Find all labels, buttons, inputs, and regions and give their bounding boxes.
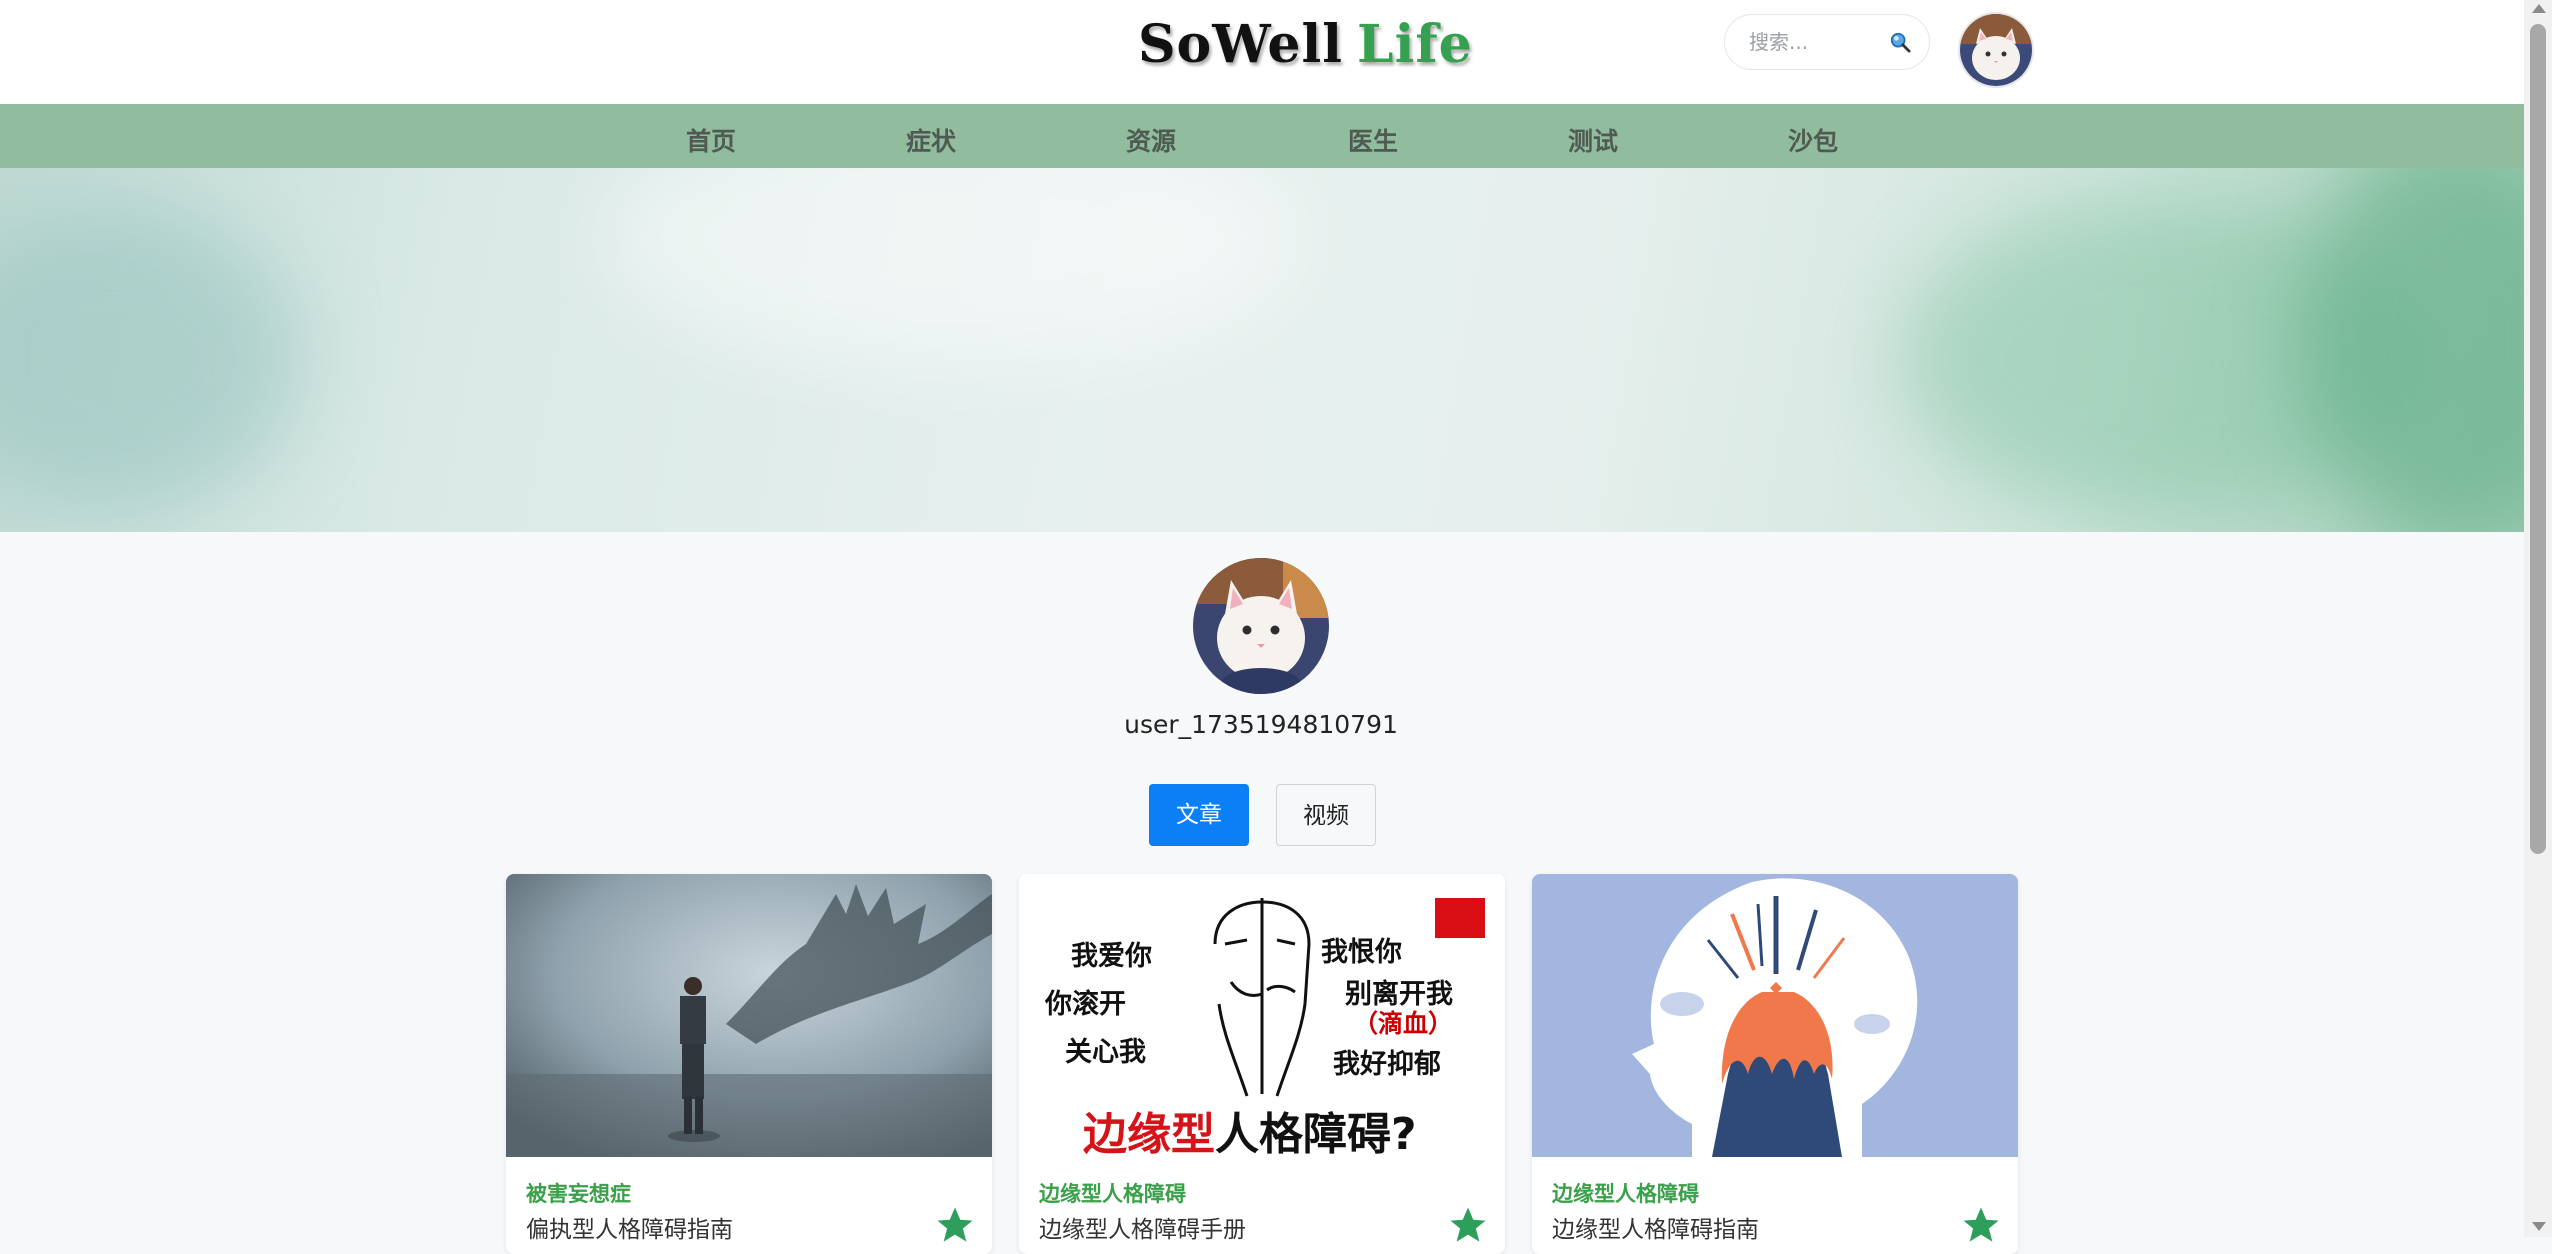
- image-headline: 边缘型人格障碍?: [1083, 1098, 1417, 1157]
- image-text-hate: 我恨你: [1321, 937, 1402, 968]
- logo-text-life: Life: [1357, 14, 1473, 75]
- article-card[interactable]: 边缘型人格障碍 边缘型人格障碍指南: [1532, 874, 2018, 1254]
- article-category[interactable]: 被害妄想症: [526, 1178, 631, 1208]
- article-category[interactable]: 边缘型人格障碍: [1552, 1178, 1699, 1208]
- image-headline-red: 边缘型: [1083, 1109, 1215, 1157]
- scroll-thumb[interactable]: [2530, 24, 2546, 854]
- site-logo[interactable]: SoWell Life: [1138, 14, 1473, 75]
- search-box: [1724, 14, 1930, 70]
- cat-profile-image: [1193, 558, 1329, 694]
- nav-item-home[interactable]: 首页: [686, 122, 736, 158]
- star-icon[interactable]: [1447, 1204, 1489, 1246]
- tab-articles[interactable]: 文章: [1149, 784, 1249, 846]
- scroll-up-arrow-icon[interactable]: [2532, 4, 2546, 13]
- image-text-bleeding: （滴血）: [1353, 1009, 1454, 1038]
- nav-item-sandbag[interactable]: 沙包: [1788, 122, 1838, 158]
- user-avatar[interactable]: [1958, 12, 2034, 88]
- image-headline-black: 人格障碍?: [1215, 1109, 1417, 1157]
- page-scrollbar[interactable]: [2524, 0, 2552, 1237]
- article-title[interactable]: 边缘型人格障碍指南: [1552, 1210, 1759, 1244]
- nav-item-tests[interactable]: 测试: [1568, 122, 1618, 158]
- profile-avatar[interactable]: [1193, 558, 1329, 694]
- nav-item-symptoms[interactable]: 症状: [906, 122, 956, 158]
- search-icon[interactable]: [1889, 31, 1911, 53]
- scroll-down-arrow-icon[interactable]: [2532, 1222, 2546, 1231]
- article-category[interactable]: 边缘型人格障碍: [1039, 1178, 1186, 1208]
- article-title[interactable]: 边缘型人格障碍手册: [1039, 1210, 1246, 1244]
- logo-text-sowell: SoWell: [1138, 14, 1343, 75]
- main-nav: 首页 症状 资源 医生 测试 沙包: [0, 104, 2524, 168]
- star-icon[interactable]: [1960, 1204, 2002, 1246]
- article-card[interactable]: 我爱你 你滚开 关心我 我恨你 别离开我 （滴血） 我好抑郁 边缘型人格障碍? …: [1019, 874, 1505, 1254]
- nav-item-resources[interactable]: 资源: [1126, 122, 1176, 158]
- star-icon[interactable]: [934, 1204, 976, 1246]
- page: SoWell Life 搜索... 首页 症状 资源 医生 测试 沙包 user…: [0, 0, 2524, 1254]
- article-image: [506, 874, 992, 1157]
- image-text-depressed: 我好抑郁: [1333, 1049, 1441, 1080]
- nav-item-doctors[interactable]: 医生: [1348, 122, 1398, 158]
- profile-username: user_1735194810791: [1124, 710, 1398, 739]
- profile-banner: [0, 168, 2524, 532]
- search-input[interactable]: [1747, 27, 1881, 57]
- article-title[interactable]: 偏执型人格障碍指南: [526, 1210, 733, 1244]
- article-card[interactable]: 被害妄想症 偏执型人格障碍指南: [506, 874, 992, 1254]
- article-image: [1532, 874, 2018, 1157]
- image-text-care: 关心我: [1065, 1037, 1146, 1068]
- image-text-go-away: 你滚开: [1045, 989, 1126, 1020]
- cat-avatar-image: [1960, 14, 2032, 86]
- image-text-love: 我爱你: [1071, 941, 1152, 972]
- tab-videos[interactable]: 视频: [1276, 784, 1376, 846]
- header: SoWell Life: [0, 0, 2524, 104]
- article-image: 我爱你 你滚开 关心我 我恨你 别离开我 （滴血） 我好抑郁 边缘型人格障碍?: [1019, 874, 1505, 1157]
